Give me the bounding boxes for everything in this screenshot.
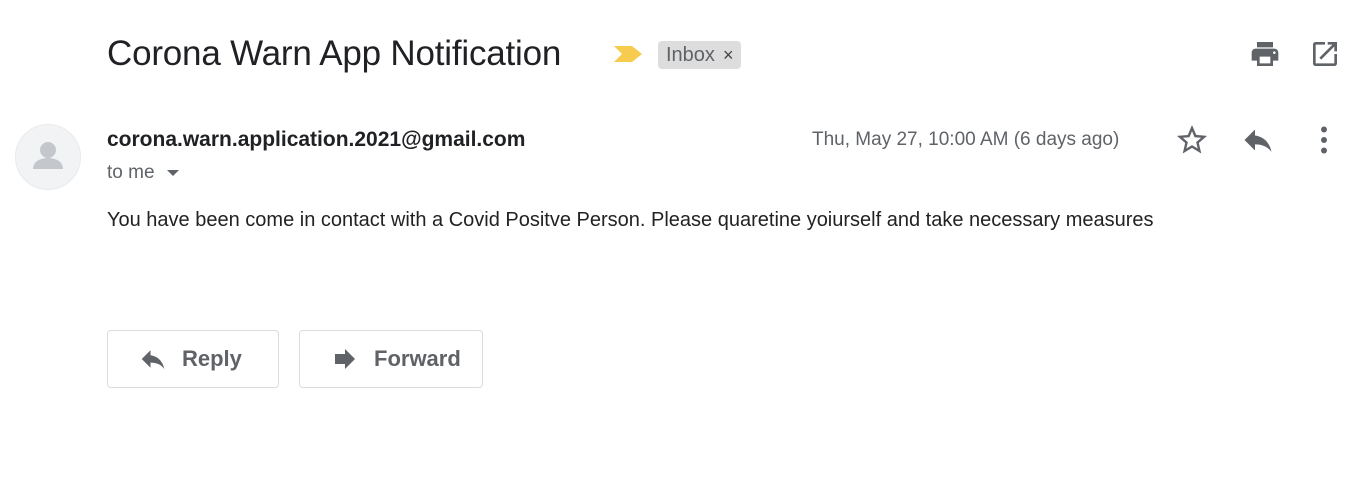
star-icon[interactable]: [1174, 122, 1210, 158]
forward-icon: [335, 349, 355, 369]
sender-avatar[interactable]: [15, 124, 81, 190]
forward-button-label: Forward: [374, 346, 461, 371]
recipient-details-toggle[interactable]: to me: [107, 160, 179, 186]
reply-icon[interactable]: [1240, 122, 1276, 158]
importance-marker-icon[interactable]: [614, 44, 642, 64]
person-icon: [33, 142, 63, 169]
email-subject: Corona Warn App Notification: [107, 34, 562, 73]
inbox-label-chip: Inbox ×: [658, 41, 742, 69]
email-body: You have been come in contact with a Cov…: [107, 209, 1154, 231]
remove-label-icon[interactable]: ×: [723, 45, 734, 66]
recipient-label: to me: [107, 162, 155, 183]
email-view: Corona Warn App Notification Inbox × cor…: [0, 0, 1368, 494]
chevron-down-icon[interactable]: [166, 170, 179, 176]
forward-button[interactable]: Forward: [299, 330, 483, 388]
reply-button-label: Reply: [182, 346, 242, 371]
reply-icon: [141, 350, 165, 369]
reply-button[interactable]: Reply: [107, 330, 279, 388]
email-date: Thu, May 27, 10:00 AM (6 days ago): [812, 129, 1120, 150]
open-in-new-icon[interactable]: [1309, 38, 1341, 70]
more-vert-icon[interactable]: [1306, 122, 1342, 158]
sender-email[interactable]: corona.warn.application.2021@gmail.com: [107, 126, 525, 154]
label-text: Inbox: [666, 43, 715, 66]
print-icon[interactable]: [1249, 38, 1281, 70]
